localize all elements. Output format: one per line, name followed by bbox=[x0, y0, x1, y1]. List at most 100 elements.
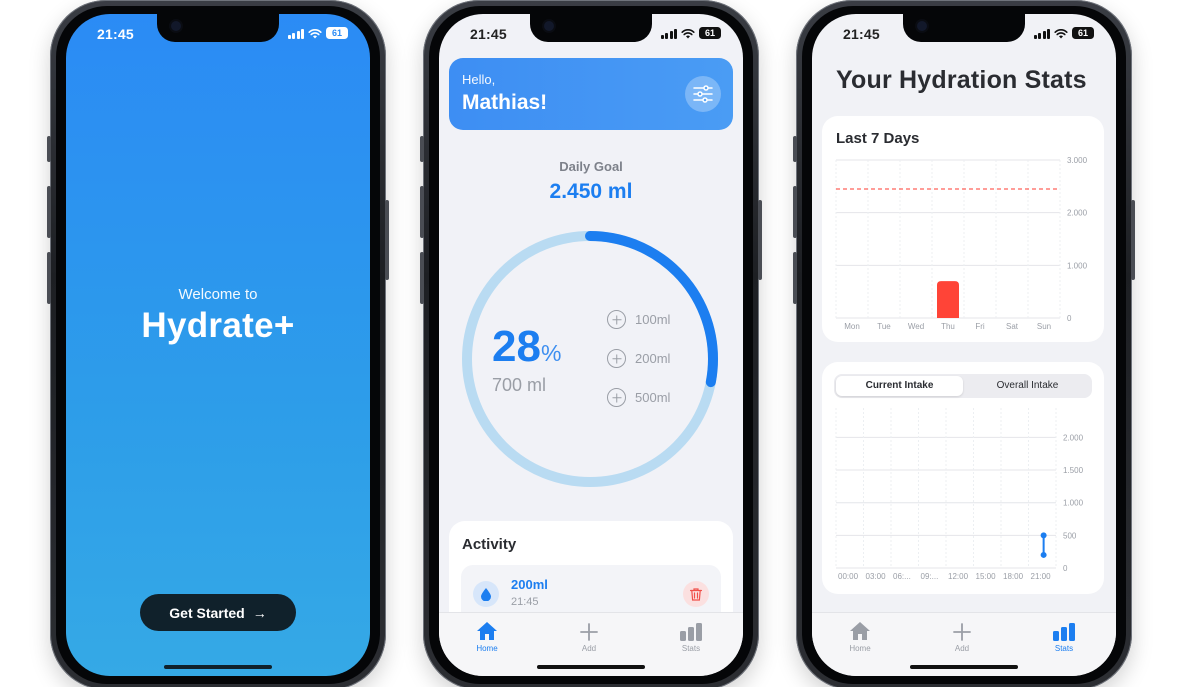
delete-entry-button[interactable] bbox=[683, 581, 709, 607]
entry-amount: 200ml bbox=[511, 577, 548, 592]
welcome-text: Welcome to bbox=[178, 286, 258, 303]
quick-add-label: 200ml bbox=[635, 351, 671, 366]
battery-icon: 61 bbox=[1072, 27, 1094, 39]
daily-goal-value: 2.450 ml bbox=[549, 180, 633, 203]
phone-onboarding: 21:45 61 Welcome to Hydrate+ Get Started… bbox=[47, 0, 389, 687]
cellular-signal-icon bbox=[1033, 28, 1050, 39]
progress-percent-sign: % bbox=[540, 340, 562, 366]
quick-add-200[interactable]: 200ml bbox=[607, 349, 670, 368]
weekly-bar-chart: 0 1.000 2.000 3.000 Mon Tue Wed Thu Fri Sat Sun bbox=[835, 156, 1088, 331]
data-point bbox=[1040, 551, 1047, 558]
house-icon bbox=[850, 622, 870, 640]
tab-home-label: Home bbox=[476, 644, 498, 653]
intake-chart-card: Current Intake Overall Intake 0 500 1.000 1… bbox=[822, 362, 1104, 594]
get-started-label: Get Started bbox=[169, 604, 245, 621]
wifi-icon bbox=[681, 28, 695, 38]
tab-add[interactable]: Add bbox=[554, 619, 624, 653]
x-tick-label: 09:... bbox=[921, 572, 939, 581]
sliders-icon bbox=[693, 85, 713, 103]
cellular-signal-icon bbox=[287, 28, 304, 39]
status-time: 21:45 bbox=[843, 26, 880, 42]
battery-icon: 61 bbox=[699, 27, 721, 39]
plus-circle-icon bbox=[607, 388, 626, 407]
daily-intake-chart: 0 500 1.000 1.500 2.000 00:00 03:00 06:... 09:..… bbox=[835, 408, 1084, 581]
tab-add-label: Add bbox=[581, 644, 597, 653]
x-tick-label: 00:00 bbox=[838, 572, 859, 581]
tab-stats-label: Stats bbox=[1054, 644, 1074, 653]
tab-stats[interactable]: Stats bbox=[1029, 619, 1099, 653]
tab-stats[interactable]: Stats bbox=[656, 619, 726, 653]
x-tick-label: 18:00 bbox=[1003, 572, 1024, 581]
x-tick-label: Mon bbox=[844, 322, 860, 331]
y-tick-label: 1.500 bbox=[1063, 466, 1084, 475]
quick-add-label: 100ml bbox=[635, 312, 671, 327]
phone-home: 21:45 61 Hello, Mathias! Daily Goal 2.45… bbox=[420, 0, 762, 687]
quick-add-500[interactable]: 500ml bbox=[607, 388, 670, 407]
home-indicator bbox=[164, 665, 272, 669]
bar-chart-icon bbox=[680, 623, 702, 641]
stats-title: Your Hydration Stats bbox=[836, 66, 1087, 94]
house-icon bbox=[477, 622, 497, 640]
cellular-signal-icon bbox=[660, 28, 677, 39]
home-indicator bbox=[910, 665, 1018, 669]
trash-icon bbox=[690, 587, 702, 601]
progress-percent: 28% bbox=[492, 322, 561, 372]
status-bar: 21:45 61 bbox=[66, 14, 370, 54]
x-tick-label: 06:... bbox=[893, 572, 911, 581]
status-time: 21:45 bbox=[97, 26, 134, 42]
home-screen: 21:45 61 Hello, Mathias! Daily Goal 2.45… bbox=[439, 14, 743, 676]
tab-home[interactable]: Home bbox=[825, 619, 895, 653]
arrow-right-icon: → bbox=[252, 604, 267, 621]
phone-stats: 21:45 61 Your Hydration Stats Last 7 Day… bbox=[793, 0, 1135, 687]
settings-sliders-button[interactable] bbox=[685, 76, 721, 112]
tab-home-label: Home bbox=[849, 644, 871, 653]
app-name: Hydrate+ bbox=[141, 306, 295, 345]
x-tick-label: Tue bbox=[877, 322, 891, 331]
x-tick-label: Wed bbox=[908, 322, 924, 331]
greeting-name: Mathias! bbox=[462, 91, 548, 114]
home-indicator bbox=[537, 665, 645, 669]
x-tick-label: Sun bbox=[1037, 322, 1051, 331]
stats-screen: 21:45 61 Your Hydration Stats Last 7 Day… bbox=[812, 14, 1116, 676]
plus-icon bbox=[580, 623, 598, 641]
status-bar: 21:45 61 bbox=[439, 14, 743, 54]
plus-circle-icon bbox=[607, 349, 626, 368]
quick-add-100[interactable]: 100ml bbox=[607, 310, 670, 329]
tab-home[interactable]: Home bbox=[452, 619, 522, 653]
battery-icon: 61 bbox=[326, 27, 348, 39]
y-tick-label: 1.000 bbox=[1063, 499, 1084, 508]
y-tick-label: 2.000 bbox=[1063, 433, 1084, 442]
status-bar: 21:45 61 bbox=[812, 14, 1116, 54]
entry-time: 21:45 bbox=[511, 596, 539, 608]
wifi-icon bbox=[308, 28, 322, 38]
x-tick-label: Fri bbox=[975, 322, 985, 331]
tab-add-label: Add bbox=[954, 644, 970, 653]
y-tick-label: 0 bbox=[1067, 314, 1072, 323]
daily-goal-label: Daily Goal bbox=[559, 159, 623, 174]
tab-stats-label: Stats bbox=[681, 644, 701, 653]
y-tick-label: 3.000 bbox=[1067, 156, 1088, 165]
y-tick-label: 0 bbox=[1063, 564, 1068, 573]
get-started-button[interactable]: Get Started → bbox=[140, 594, 296, 631]
data-point bbox=[1040, 532, 1047, 539]
progress-percent-value: 28 bbox=[492, 322, 541, 371]
plus-icon bbox=[953, 623, 971, 641]
y-tick-label: 2.000 bbox=[1067, 209, 1088, 218]
x-tick-label: 15:00 bbox=[976, 572, 997, 581]
tab-add[interactable]: Add bbox=[927, 619, 997, 653]
x-tick-label: Sat bbox=[1006, 322, 1019, 331]
wifi-icon bbox=[1054, 28, 1068, 38]
x-tick-label: 03:00 bbox=[866, 572, 887, 581]
x-tick-label: Thu bbox=[941, 322, 955, 331]
plus-circle-icon bbox=[607, 310, 626, 329]
y-tick-label: 500 bbox=[1063, 531, 1077, 540]
activity-title: Activity bbox=[462, 536, 517, 553]
status-time: 21:45 bbox=[470, 26, 507, 42]
bar bbox=[937, 281, 959, 318]
water-drop-icon bbox=[473, 581, 499, 607]
greeting-card: Hello, Mathias! bbox=[449, 58, 733, 130]
consumed-amount: 700 ml bbox=[492, 375, 547, 395]
greeting-hello: Hello, bbox=[462, 72, 496, 87]
y-tick-label: 1.000 bbox=[1067, 261, 1088, 270]
onboarding-screen: 21:45 61 Welcome to Hydrate+ Get Started… bbox=[66, 14, 370, 676]
